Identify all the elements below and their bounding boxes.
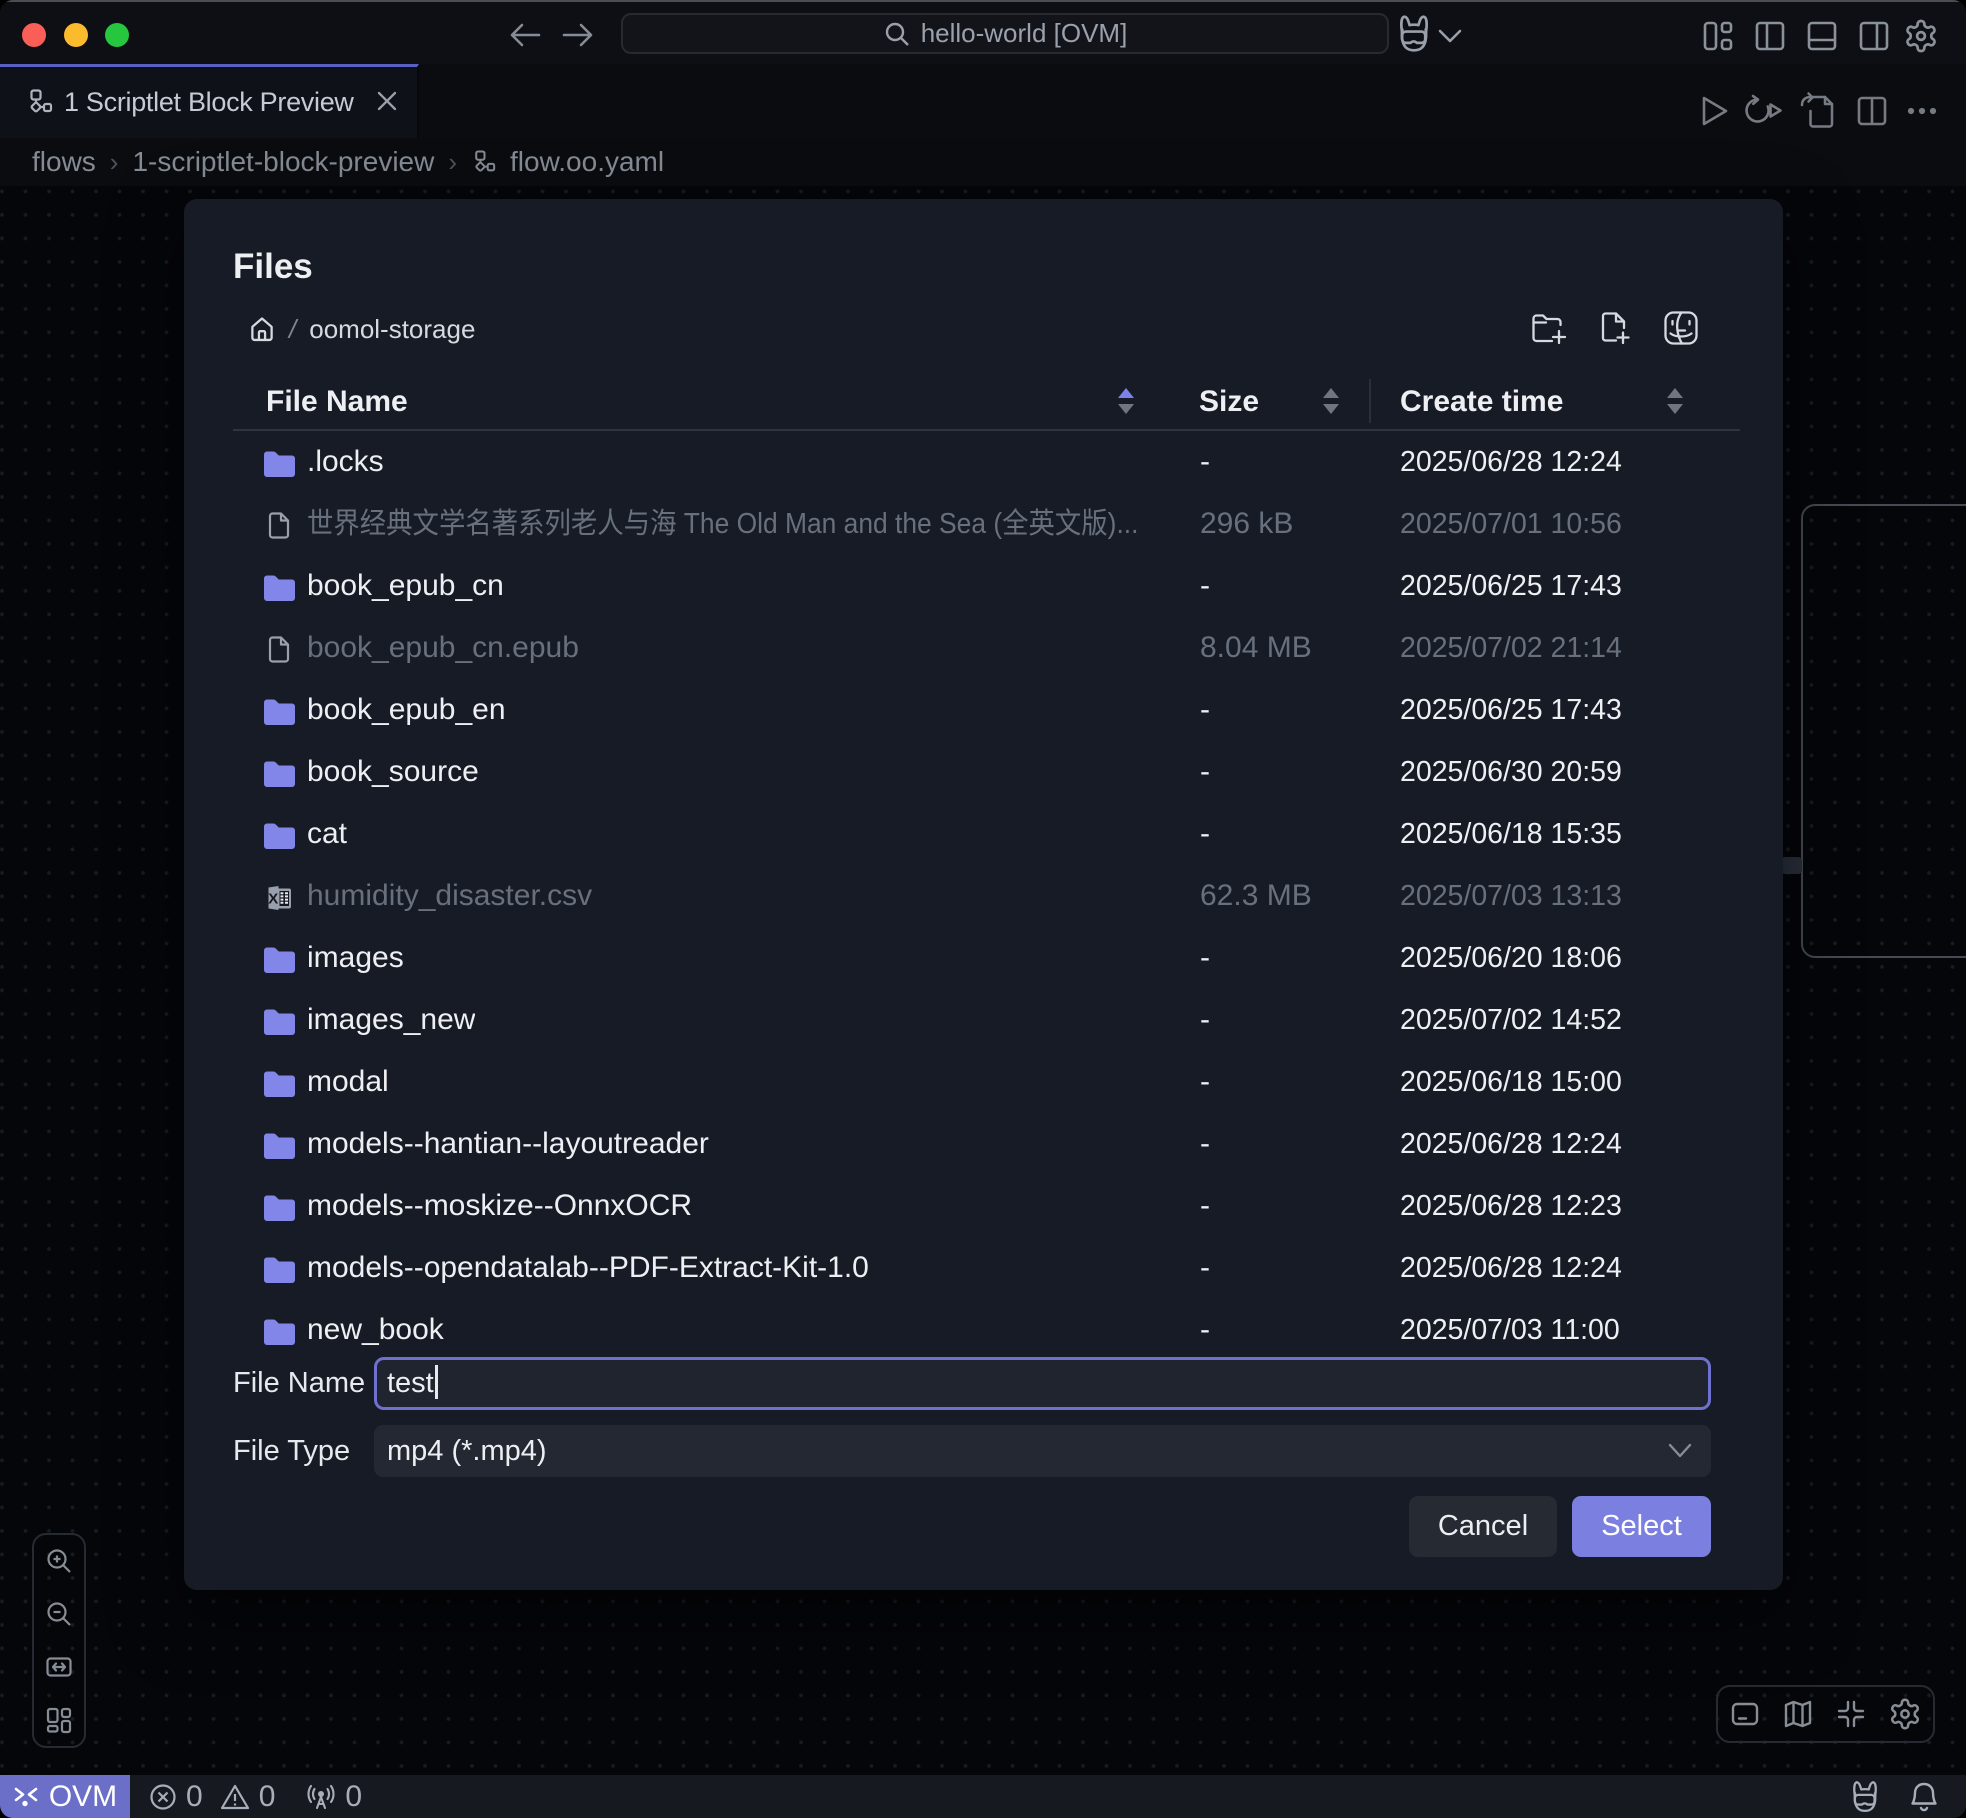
svg-text:X: X [268, 890, 278, 907]
